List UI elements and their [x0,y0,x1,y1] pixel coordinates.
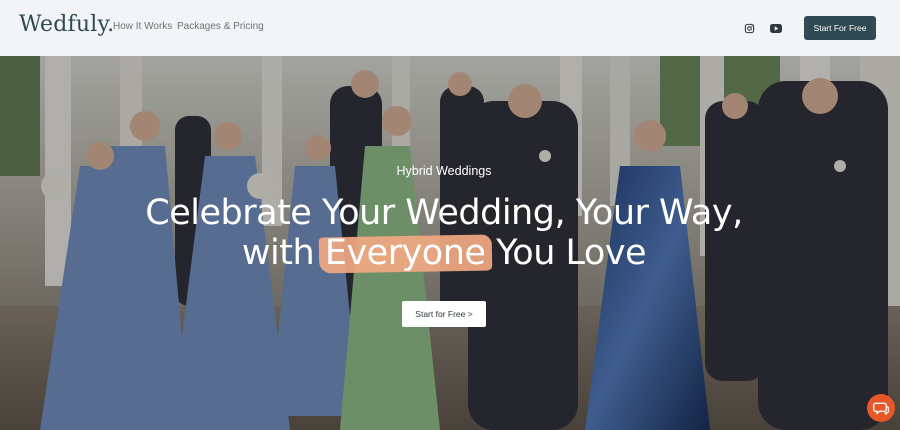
youtube-icon[interactable] [768,20,784,36]
headline-you-love: You Love [496,233,647,273]
chat-widget-button[interactable] [867,394,895,422]
instagram-icon[interactable] [741,20,757,36]
hero-headline: Celebrate Your Wedding, Your Way, with E… [0,193,888,274]
logo[interactable]: Wedfuly. [19,12,114,37]
headline-line-1: Celebrate Your Wedding, Your Way, [145,193,743,233]
nav-packages-pricing[interactable]: Packages & Pricing [177,21,264,32]
highlight-text: Everyone [324,233,486,273]
start-for-free-header-button[interactable]: Start For Free [804,16,876,40]
hero-eyebrow: Hybrid Weddings [396,164,492,178]
headline-with: with [241,233,315,273]
chat-bubble-icon [873,402,889,415]
headline-highlight: Everyone [318,233,492,274]
nav-how-it-works[interactable]: How It Works [113,21,172,32]
hero-section: Hybrid Weddings Celebrate Your Wedding, … [0,56,900,430]
site-header: Wedfuly. How It Works Packages & Pricing… [0,0,900,56]
start-for-free-hero-button[interactable]: Start for Free > [402,301,486,327]
